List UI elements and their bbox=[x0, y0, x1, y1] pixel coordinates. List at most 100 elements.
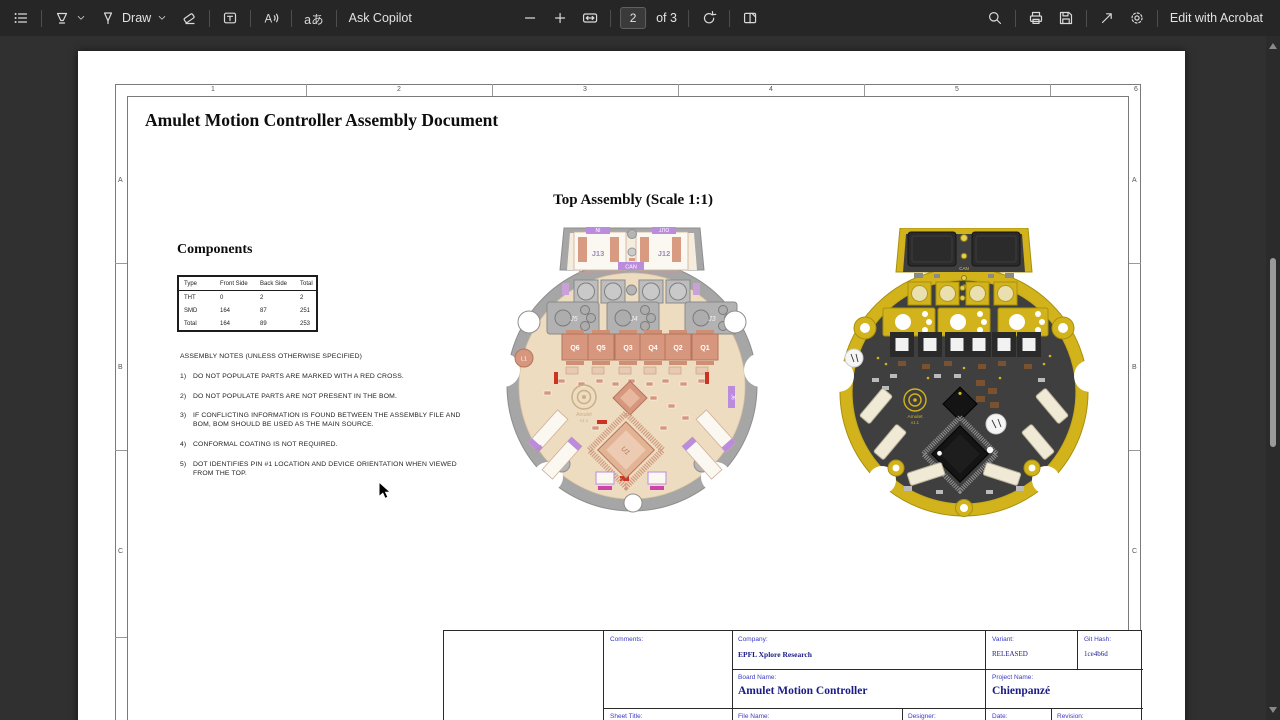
text-box-icon bbox=[222, 10, 238, 26]
pcb-assembly-drawing: IN OUT J13 J12 CAN bbox=[500, 226, 764, 516]
svg-text:J4: J4 bbox=[629, 316, 638, 323]
table-row: Total 164 89 253 bbox=[179, 317, 316, 330]
rotate-button[interactable] bbox=[694, 3, 724, 33]
company-label: Company: bbox=[738, 636, 768, 643]
assembly-notes: ASSEMBLY NOTES (UNLESS OTHERWISE SPECIFI… bbox=[180, 353, 470, 490]
toolbar-separator bbox=[1015, 10, 1016, 27]
git-hash-label: Git Hash: bbox=[1084, 636, 1111, 643]
page-count-label: of 3 bbox=[656, 11, 677, 25]
company-value: EPFL Xplore Research bbox=[738, 650, 812, 659]
svg-text:CAN: CAN bbox=[625, 264, 637, 270]
scrollbar[interactable] bbox=[1266, 36, 1280, 720]
translate-icon: aあ bbox=[304, 9, 323, 28]
zoom-out-icon bbox=[522, 10, 538, 26]
toolbar-separator bbox=[1086, 10, 1087, 27]
print-icon bbox=[1028, 10, 1044, 26]
page-number-input[interactable]: 2 bbox=[620, 7, 646, 29]
gear-icon bbox=[1129, 10, 1145, 26]
eraser-icon bbox=[181, 10, 197, 26]
variant-value: RELEASED bbox=[992, 650, 1028, 658]
zoom-in-icon bbox=[552, 10, 568, 26]
ask-copilot-button[interactable]: Ask Copilot bbox=[342, 3, 419, 33]
highlight-button[interactable] bbox=[47, 3, 93, 33]
svg-text:J13: J13 bbox=[592, 249, 605, 258]
toc-icon bbox=[13, 10, 29, 26]
board-name-value: Amulet Motion Controller bbox=[738, 685, 867, 697]
edit-with-acrobat-label: Edit with Acrobat bbox=[1170, 11, 1263, 25]
sheet-title-label: Sheet Title: bbox=[610, 713, 643, 720]
scroll-down-icon[interactable] bbox=[1269, 707, 1277, 713]
save-icon bbox=[1058, 10, 1074, 26]
pcb-3d-render: CAN bbox=[838, 228, 1090, 518]
svg-text:Q5: Q5 bbox=[596, 345, 605, 352]
toolbar-separator bbox=[41, 10, 42, 27]
list-item: 4) CONFORMAL COATING IS NOT REQUIRED. bbox=[180, 441, 470, 450]
read-aloud-icon: A bbox=[263, 10, 279, 26]
toolbar-separator bbox=[610, 10, 611, 27]
render-ic-row bbox=[890, 332, 1041, 357]
toolbar-separator bbox=[1157, 10, 1158, 27]
print-button[interactable] bbox=[1021, 3, 1051, 33]
list-item: 1) DO NOT POPULATE PARTS ARE MARKED WITH… bbox=[180, 373, 470, 382]
list-item: 2) DO NOT POPULATE PARTS ARE NOT PRESENT… bbox=[180, 393, 470, 402]
translate-button[interactable]: aあ bbox=[297, 3, 330, 33]
svg-text:Q2: Q2 bbox=[673, 345, 682, 352]
search-icon bbox=[987, 10, 1003, 26]
save-button[interactable] bbox=[1051, 3, 1081, 33]
edit-with-acrobat-button[interactable]: Edit with Acrobat bbox=[1163, 3, 1270, 33]
svg-text:OUT: OUT bbox=[659, 226, 670, 232]
svg-text:J3: J3 bbox=[707, 316, 716, 323]
svg-text:J5: J5 bbox=[569, 316, 578, 323]
pcb-mosfet-row: Q6 Q5 Q3 Q4 Q2 Q1 bbox=[562, 330, 718, 365]
zoom-in-button[interactable] bbox=[545, 3, 575, 33]
page-number-value: 2 bbox=[630, 11, 637, 25]
components-table-header: Type Front Side Back Side Total bbox=[179, 277, 316, 291]
toolbar-center-group: 2 of 3 bbox=[515, 0, 765, 36]
zoom-out-button[interactable] bbox=[515, 3, 545, 33]
project-name-value: Chienpanzé bbox=[992, 685, 1050, 697]
board-name-label: Board Name: bbox=[738, 674, 776, 681]
project-name-label: Project Name: bbox=[992, 674, 1033, 681]
render-power-pads bbox=[883, 308, 1048, 336]
fullscreen-button[interactable] bbox=[1092, 3, 1122, 33]
list-item: 5) DOT IDENTIFIES PIN #1 LOCATION AND DE… bbox=[180, 461, 470, 479]
git-hash-value: 1ce4b6d bbox=[1084, 650, 1108, 658]
page-view-button[interactable] bbox=[735, 3, 765, 33]
edge-pdf-viewer: Draw A aあ bbox=[0, 0, 1280, 720]
read-aloud-button[interactable]: A bbox=[256, 3, 286, 33]
svg-text:J6: J6 bbox=[730, 394, 736, 400]
add-text-button[interactable] bbox=[215, 3, 245, 33]
title-block: Comments: Company: EPFL Xplore Research … bbox=[443, 630, 1142, 720]
assembly-notes-heading: ASSEMBLY NOTES (UNLESS OTHERWISE SPECIFI… bbox=[180, 353, 470, 362]
fit-width-icon bbox=[582, 10, 598, 26]
components-table: Type Front Side Back Side Total THT 0 2 … bbox=[177, 275, 318, 332]
pcb-power-connectors: J5 J4 J3 bbox=[547, 302, 737, 334]
draw-label: Draw bbox=[122, 11, 151, 25]
toolbar-right-group: Edit with Acrobat bbox=[980, 0, 1280, 36]
eraser-button[interactable] bbox=[174, 3, 204, 33]
variant-label: Variant: bbox=[992, 636, 1014, 643]
search-button[interactable] bbox=[980, 3, 1010, 33]
svg-text:v1.1: v1.1 bbox=[580, 418, 589, 423]
comments-label: Comments: bbox=[610, 636, 643, 643]
document-title: Amulet Motion Controller Assembly Docume… bbox=[145, 110, 498, 131]
chevron-down-icon bbox=[157, 13, 167, 23]
table-of-contents-button[interactable] bbox=[6, 3, 36, 33]
table-row: SMD 164 87 251 bbox=[179, 304, 316, 317]
svg-text:IN: IN bbox=[595, 226, 600, 232]
draw-pen-icon bbox=[100, 10, 116, 26]
svg-text:Q6: Q6 bbox=[570, 345, 579, 352]
svg-text:A: A bbox=[265, 14, 273, 26]
highlighter-icon bbox=[54, 10, 70, 26]
scroll-up-icon[interactable] bbox=[1269, 43, 1277, 49]
settings-button[interactable] bbox=[1122, 3, 1152, 33]
scrollbar-thumb[interactable] bbox=[1270, 258, 1276, 447]
fit-to-width-button[interactable] bbox=[575, 3, 605, 33]
assembly-heading: Top Assembly (Scale 1:1) bbox=[468, 192, 798, 209]
draw-button[interactable]: Draw bbox=[93, 3, 174, 33]
toolbar-separator bbox=[336, 10, 337, 27]
pcb-top-connectors: IN OUT J13 J12 CAN bbox=[574, 226, 688, 272]
svg-text:J12: J12 bbox=[658, 249, 671, 258]
page-view-icon bbox=[742, 10, 758, 26]
ask-copilot-label: Ask Copilot bbox=[349, 11, 412, 25]
